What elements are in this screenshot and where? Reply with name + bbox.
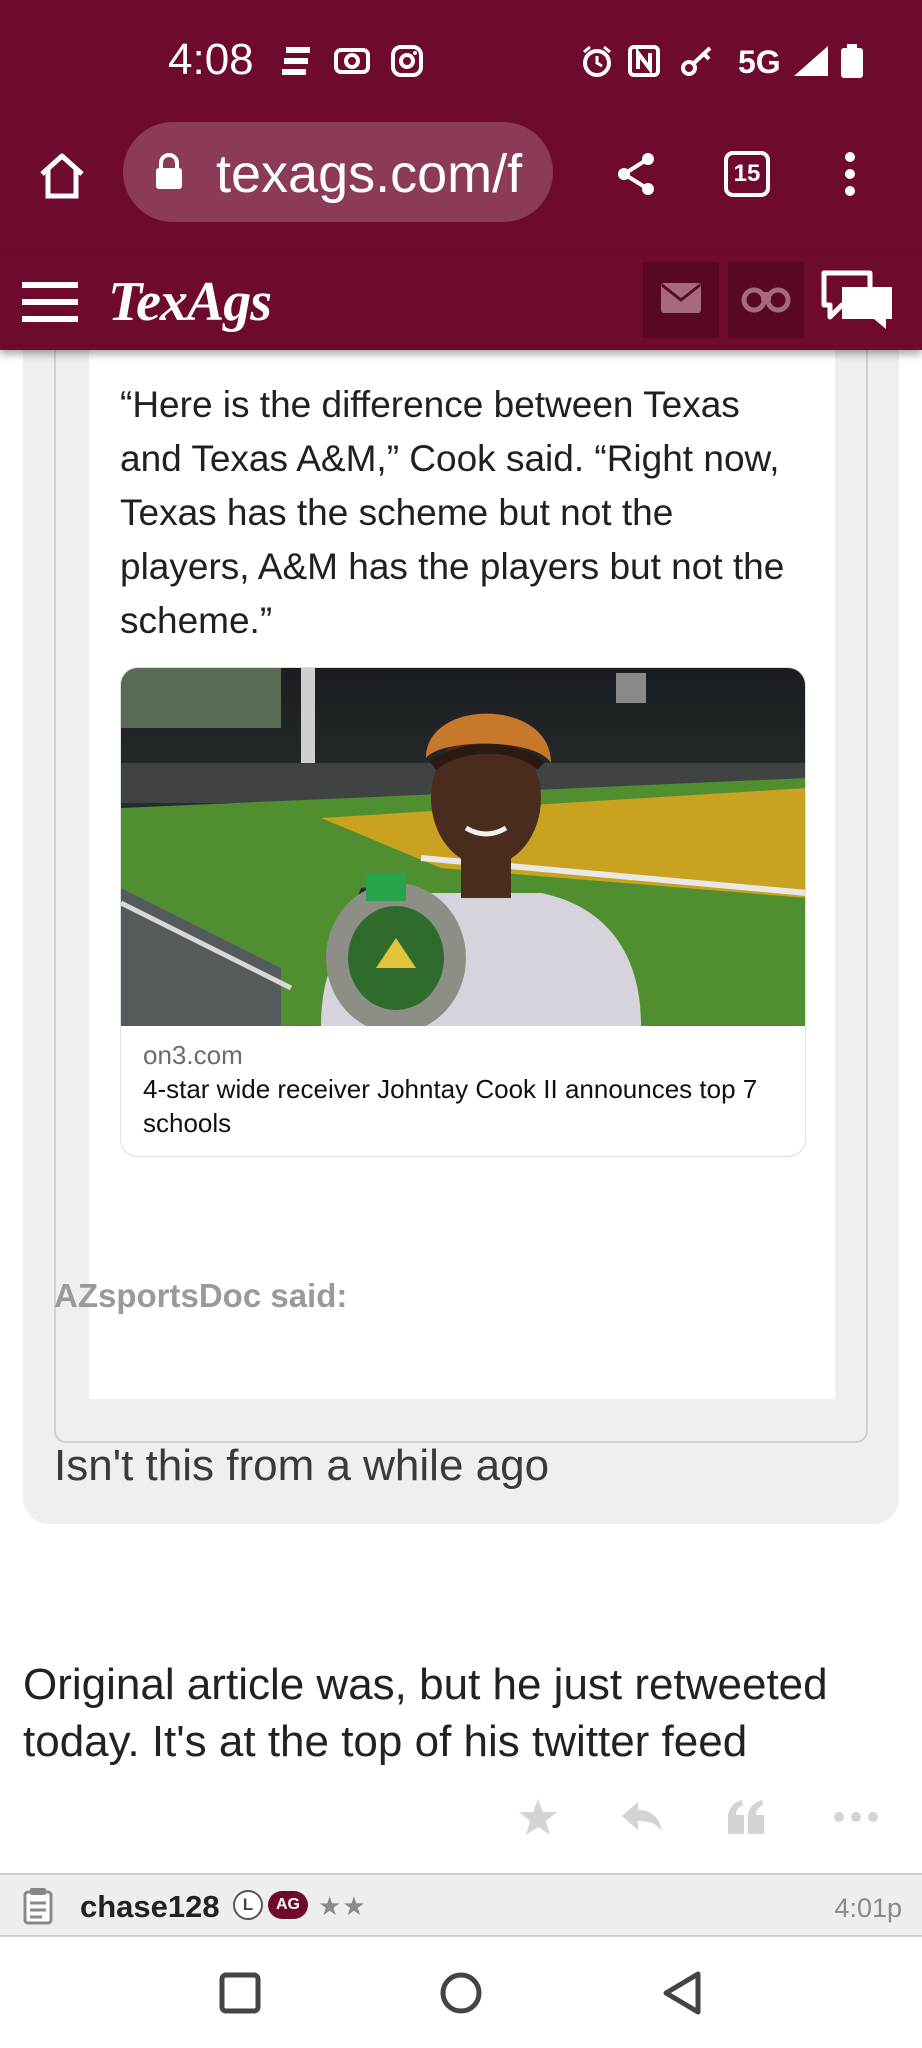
camera-app-icon bbox=[334, 44, 370, 78]
link-title: 4-star wide receiver Johntay Cook II ann… bbox=[143, 1074, 758, 1138]
share-icon[interactable] bbox=[604, 142, 668, 206]
home-nav-icon[interactable] bbox=[431, 1963, 491, 2023]
user-rating-stars: ★★ bbox=[318, 1891, 367, 1921]
quote-body: Isn't this from a while ago bbox=[54, 1441, 550, 1490]
chat-icon[interactable] bbox=[818, 262, 898, 338]
binoculars-icon bbox=[741, 282, 791, 319]
lifetime-badge: L bbox=[233, 1890, 263, 1920]
link-preview-card[interactable]: on3.com 4-star wide receiver Johntay Coo… bbox=[120, 667, 806, 1157]
lock-icon bbox=[149, 148, 189, 194]
recent-apps-icon[interactable] bbox=[210, 1963, 270, 2023]
messages-button[interactable] bbox=[643, 262, 719, 338]
star-icon[interactable] bbox=[508, 1792, 568, 1842]
battery-icon bbox=[840, 44, 864, 78]
site-logo[interactable]: TexAgs bbox=[108, 270, 272, 334]
nfc-icon bbox=[627, 44, 661, 78]
more-options-icon[interactable] bbox=[826, 1792, 886, 1842]
more-menu-icon[interactable] bbox=[818, 142, 882, 206]
link-preview-image bbox=[121, 668, 805, 1033]
embedded-tweet[interactable]: “Here is the difference between Texas an… bbox=[89, 350, 835, 1399]
key-icon bbox=[680, 44, 714, 78]
instagram-icon bbox=[390, 44, 424, 78]
home-icon[interactable] bbox=[30, 144, 94, 208]
tabs-button[interactable]: 15 bbox=[712, 142, 782, 206]
status-bar: 4:08 5G bbox=[0, 0, 922, 122]
tab-count: 15 bbox=[724, 151, 770, 197]
hamburger-menu-icon[interactable] bbox=[20, 272, 80, 332]
status-time: 4:08 bbox=[168, 35, 254, 84]
network-type-label: 5G bbox=[738, 44, 781, 80]
link-domain: on3.com bbox=[143, 1040, 243, 1070]
tweet-text: “Here is the difference between Texas an… bbox=[120, 384, 785, 641]
post-username[interactable]: chase128 bbox=[80, 1887, 220, 1927]
quote-block: “Here is the difference between Texas an… bbox=[23, 350, 899, 1524]
quote-icon[interactable] bbox=[716, 1792, 776, 1842]
ag-badge: AG bbox=[268, 1891, 308, 1919]
system-nav-bar bbox=[0, 1937, 922, 2048]
url-bar[interactable]: texags.com/f bbox=[123, 122, 553, 222]
reply-icon[interactable] bbox=[612, 1792, 672, 1842]
screen: 4:08 5G texags.com/f 15 TexAgs “Here is … bbox=[0, 0, 922, 2048]
watched-threads-button[interactable] bbox=[728, 262, 804, 338]
url-text: texags.com/f bbox=[216, 144, 523, 204]
reply-text: Original article was, but he just retwee… bbox=[23, 1660, 828, 1766]
back-nav-icon[interactable] bbox=[652, 1963, 712, 2023]
notes-notification-icon bbox=[282, 44, 316, 78]
signal-icon bbox=[792, 44, 832, 78]
mail-icon bbox=[661, 282, 701, 318]
post-header: chase128 L AG ★★ 4:01p bbox=[0, 1873, 922, 1937]
post-time: 4:01p bbox=[834, 1893, 902, 1923]
site-header: TexAgs bbox=[0, 254, 922, 350]
quote-author[interactable]: AZsportsDoc said: bbox=[54, 1274, 347, 1318]
alarm-icon bbox=[580, 44, 614, 78]
post-type-icon bbox=[18, 1885, 58, 1927]
browser-toolbar: texags.com/f 15 bbox=[0, 122, 922, 254]
thread-content: “Here is the difference between Texas an… bbox=[0, 350, 922, 1873]
